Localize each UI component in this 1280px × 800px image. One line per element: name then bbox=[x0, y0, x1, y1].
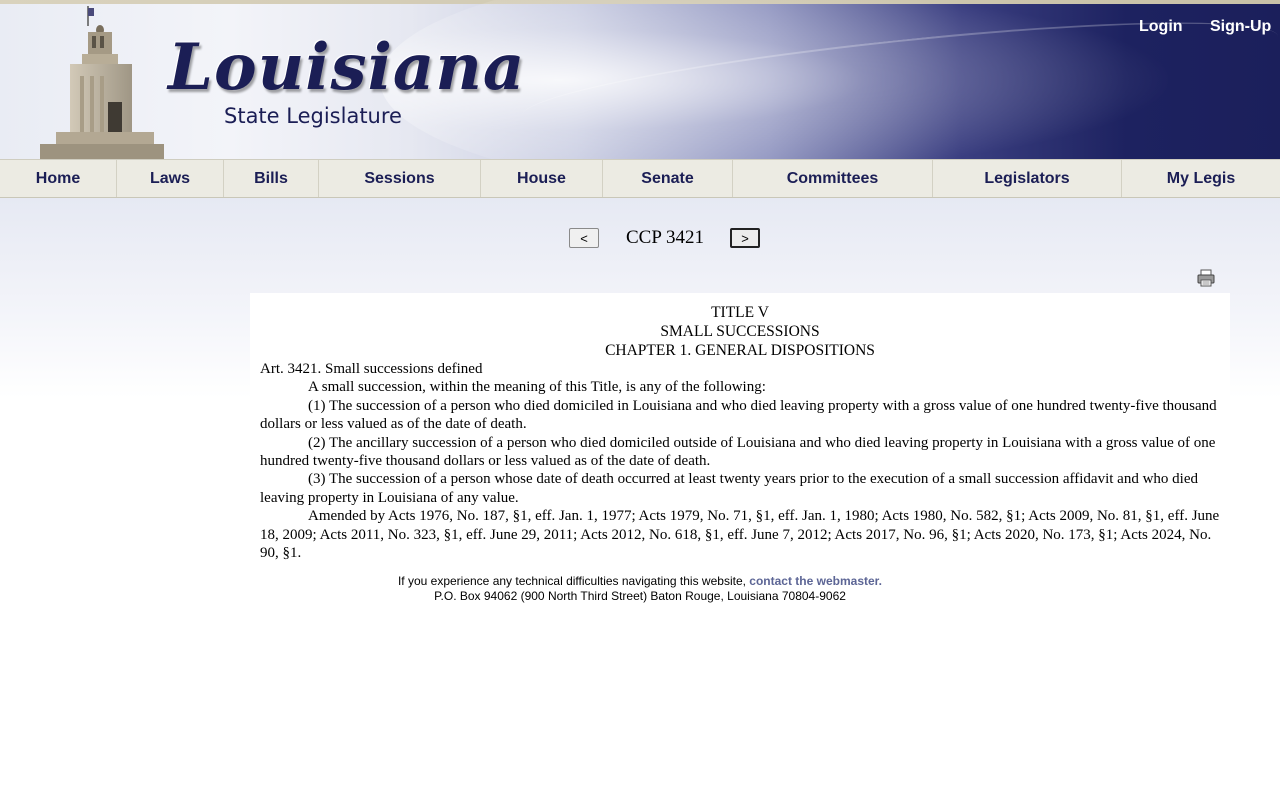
nav-house[interactable]: House bbox=[481, 160, 603, 197]
footer-help-line: If you experience any technical difficul… bbox=[0, 574, 1280, 589]
login-link[interactable]: Login bbox=[1139, 18, 1183, 36]
nav-committees[interactable]: Committees bbox=[733, 160, 933, 197]
article-intro: A small succession, within the meaning o… bbox=[308, 379, 766, 396]
footer-help-text: If you experience any technical difficul… bbox=[397, 574, 746, 588]
amendment-history: Amended by Acts 1976, No. 187, §1, eff. … bbox=[260, 508, 1220, 562]
site-header: Louisiana State Legislature Login Sign-U… bbox=[0, 0, 1280, 160]
article-paragraph-3: (3) The succession of a person whose dat… bbox=[260, 471, 1198, 506]
nav-senate[interactable]: Senate bbox=[603, 160, 733, 197]
article-paragraph-2: (2) The ancillary succession of a person… bbox=[260, 434, 1216, 470]
title-name: SMALL SUCCESSIONS bbox=[660, 323, 820, 340]
title-heading: TITLE V bbox=[711, 304, 769, 321]
law-document: TITLE V SMALL SUCCESSIONS CHAPTER 1. GEN… bbox=[250, 293, 1230, 568]
article-paragraph-1: (1) The succession of a person who died … bbox=[260, 397, 1217, 433]
nav-bills[interactable]: Bills bbox=[224, 160, 319, 197]
logo-louisiana-script: Louisiana bbox=[168, 30, 526, 105]
article-heading: Art. 3421. Small successions defined bbox=[260, 361, 483, 377]
nav-laws[interactable]: Laws bbox=[117, 160, 224, 197]
page-footer: If you experience any technical difficul… bbox=[0, 574, 1280, 604]
nav-my-legis[interactable]: My Legis bbox=[1122, 160, 1280, 197]
next-law-button[interactable]: > bbox=[730, 228, 760, 248]
signup-link[interactable]: Sign-Up bbox=[1210, 18, 1271, 36]
law-citation-title: CCP 3421 bbox=[626, 227, 704, 248]
nav-home[interactable]: Home bbox=[0, 160, 117, 197]
printer-icon[interactable] bbox=[1196, 268, 1216, 288]
law-pager: < CCP 3421 > bbox=[0, 227, 1280, 251]
capitol-building-image bbox=[40, 6, 164, 160]
footer-address: P.O. Box 94062 (900 North Third Street) … bbox=[434, 589, 846, 603]
previous-law-button[interactable]: < bbox=[569, 228, 599, 248]
main-nav: Home Laws Bills Sessions House Senate Co… bbox=[0, 159, 1280, 199]
logo-subtitle: State Legislature bbox=[224, 104, 402, 128]
nav-sessions[interactable]: Sessions bbox=[319, 160, 481, 197]
nav-legislators[interactable]: Legislators bbox=[933, 160, 1122, 197]
contact-webmaster-link[interactable]: contact the webmaster. bbox=[749, 574, 882, 588]
chapter-heading: CHAPTER 1. GENERAL DISPOSITIONS bbox=[605, 342, 875, 359]
